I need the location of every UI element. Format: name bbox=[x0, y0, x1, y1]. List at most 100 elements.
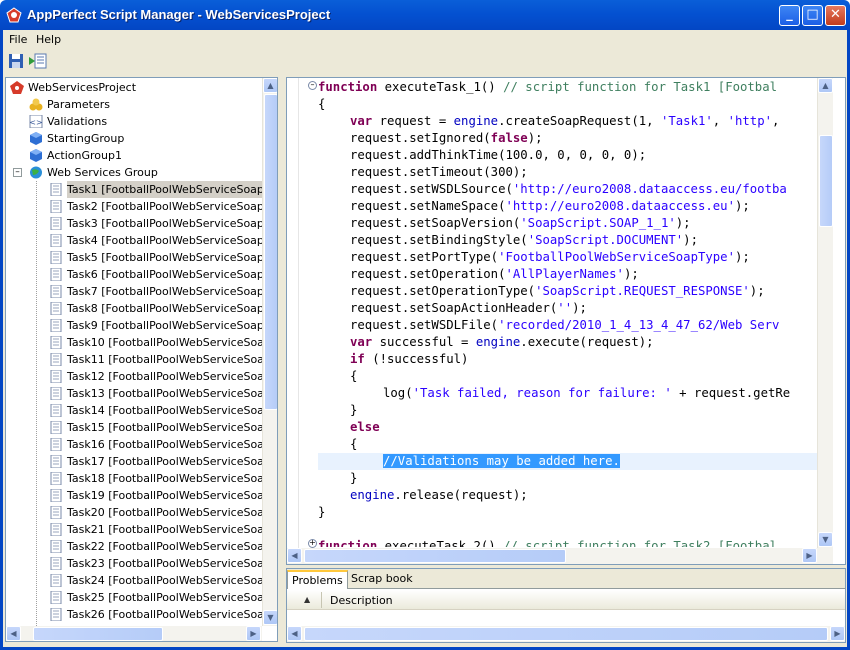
code-line[interactable]: if (!successful) bbox=[350, 351, 468, 368]
svg-text:<>: <> bbox=[29, 118, 42, 127]
code-line[interactable]: } bbox=[350, 402, 357, 419]
menu-bar: File Help bbox=[0, 30, 850, 49]
editor-vertical-scrollbar[interactable]: ▲ ▼ bbox=[817, 78, 833, 548]
scroll-down-icon[interactable]: ▼ bbox=[818, 532, 833, 547]
code-line[interactable]: function executeTask_1() // script funct… bbox=[318, 79, 777, 96]
close-icon: ✕ bbox=[830, 7, 841, 22]
code-line-selected[interactable]: //Validations may be added here. bbox=[383, 453, 620, 470]
problems-horizontal-scrollbar[interactable]: ◀ ▶ bbox=[287, 626, 845, 642]
tab-problems[interactable]: Problems bbox=[287, 570, 348, 589]
code-line[interactable]: request.setWSDLSource('http://euro2008.d… bbox=[350, 181, 787, 198]
editor-gutter bbox=[287, 78, 299, 548]
task-document-icon bbox=[50, 438, 62, 451]
code-line[interactable]: request.setIgnored(false); bbox=[350, 130, 543, 147]
code-line[interactable]: var successful = engine.execute(request)… bbox=[350, 334, 654, 351]
scroll-up-icon[interactable]: ▲ bbox=[263, 78, 277, 93]
code-line[interactable]: request.setTimeout(300); bbox=[350, 164, 528, 181]
column-divider[interactable] bbox=[321, 592, 322, 608]
code-line[interactable]: request.setNameSpace('http://euro2008.da… bbox=[350, 198, 750, 215]
tree-horizontal-scrollbar[interactable]: ◀ ▶ bbox=[6, 626, 262, 641]
bottom-panel: Problems Scrap book ▲ Description ◀ ▶ bbox=[286, 568, 846, 643]
menu-help[interactable]: Help bbox=[36, 33, 61, 46]
task-document-icon bbox=[50, 404, 62, 417]
task-document-icon bbox=[50, 540, 62, 553]
tab-scrap-book[interactable]: Scrap book bbox=[347, 570, 417, 589]
code-line[interactable]: request.addThinkTime(100.0, 0, 0, 0, 0); bbox=[350, 147, 646, 164]
task-document-icon bbox=[50, 608, 62, 621]
task-document-icon bbox=[50, 234, 62, 247]
fold-toggle-icon[interactable]: + bbox=[308, 539, 317, 548]
task-document-icon bbox=[50, 489, 62, 502]
code-line[interactable]: } bbox=[350, 470, 357, 487]
code-line[interactable]: else bbox=[350, 419, 380, 436]
code-line[interactable]: request.setSoapActionHeader(''); bbox=[350, 300, 587, 317]
run-script-icon bbox=[29, 53, 47, 69]
task-document-icon bbox=[50, 217, 62, 230]
task-document-icon bbox=[50, 557, 62, 570]
code-line[interactable]: { bbox=[318, 96, 325, 113]
code-line[interactable]: request.setOperation('AllPlayerNames'); bbox=[350, 266, 639, 283]
maximize-icon: □ bbox=[806, 7, 819, 22]
title-bar[interactable]: AppPerfect Script Manager - WebServicesP… bbox=[0, 0, 850, 30]
scroll-right-icon[interactable]: ▶ bbox=[830, 626, 845, 641]
task-document-icon bbox=[50, 574, 62, 587]
code-line[interactable]: } bbox=[318, 504, 325, 521]
scroll-thumb[interactable] bbox=[33, 627, 163, 641]
vertical-splitter[interactable] bbox=[279, 77, 285, 642]
scroll-left-icon[interactable]: ◀ bbox=[287, 626, 302, 641]
code-line[interactable]: request.setSoapVersion('SoapScript.SOAP_… bbox=[350, 215, 691, 232]
code-line[interactable]: { bbox=[350, 436, 357, 453]
task-document-icon bbox=[50, 455, 62, 468]
project-tree[interactable]: WebServicesProject Parameters <> Validat… bbox=[5, 77, 278, 642]
tree-vertical-scrollbar[interactable]: ▲ ▼ bbox=[262, 78, 277, 626]
save-button[interactable] bbox=[8, 53, 24, 69]
scroll-down-icon[interactable]: ▼ bbox=[263, 610, 277, 625]
globe-icon bbox=[30, 166, 42, 179]
editor-horizontal-scrollbar[interactable]: ◀ ▶ bbox=[287, 548, 833, 564]
code-line[interactable]: request.setOperationType('SoapScript.REQ… bbox=[350, 283, 765, 300]
sort-ascending-icon[interactable]: ▲ bbox=[304, 595, 310, 604]
close-button[interactable]: ✕ bbox=[825, 5, 846, 26]
scroll-thumb[interactable] bbox=[304, 549, 566, 563]
code-line[interactable]: request.setPortType('FootballPoolWebServ… bbox=[350, 249, 750, 266]
code-line[interactable]: engine.release(request); bbox=[350, 487, 528, 504]
app-logo-icon bbox=[6, 7, 22, 23]
task-document-icon bbox=[50, 183, 62, 196]
scroll-thumb[interactable] bbox=[264, 94, 277, 410]
menu-file[interactable]: File bbox=[9, 33, 27, 46]
scroll-thumb[interactable] bbox=[304, 627, 828, 641]
code-line[interactable]: var request = engine.createSoapRequest(1… bbox=[350, 113, 779, 130]
script-editor[interactable]: – + function executeTask_1() // script f… bbox=[286, 77, 846, 565]
task-document-icon bbox=[50, 387, 62, 400]
task-document-icon bbox=[50, 506, 62, 519]
scroll-left-icon[interactable]: ◀ bbox=[287, 548, 302, 563]
code-line[interactable]: request.setWSDLFile('recorded/2010_1_4_1… bbox=[350, 317, 779, 334]
code-line[interactable]: function executeTask_2() // script funct… bbox=[318, 538, 777, 547]
scroll-up-icon[interactable]: ▲ bbox=[818, 78, 833, 93]
minimize-button[interactable]: _ bbox=[779, 5, 800, 26]
task-document-icon bbox=[50, 251, 62, 264]
task-document-icon bbox=[50, 302, 62, 315]
problems-table-header: ▲ Description bbox=[287, 590, 845, 610]
code-line[interactable]: { bbox=[350, 368, 357, 385]
code-line[interactable]: log('Task failed, reason for failure: ' … bbox=[383, 385, 790, 402]
group-icon bbox=[30, 132, 42, 145]
collapse-toggle-icon[interactable]: – bbox=[13, 168, 22, 177]
bottom-tab-strip: Problems Scrap book bbox=[287, 569, 845, 589]
task-document-icon bbox=[50, 336, 62, 349]
run-script-button[interactable] bbox=[29, 53, 47, 69]
task-document-icon bbox=[50, 200, 62, 213]
column-description[interactable]: Description bbox=[330, 594, 393, 607]
scroll-right-icon[interactable]: ▶ bbox=[802, 548, 817, 563]
scroll-left-icon[interactable]: ◀ bbox=[6, 626, 21, 641]
code-line[interactable]: request.setBindingStyle('SoapScript.DOCU… bbox=[350, 232, 698, 249]
task-document-icon bbox=[50, 523, 62, 536]
save-icon bbox=[9, 54, 23, 68]
maximize-button[interactable]: □ bbox=[802, 5, 823, 26]
tree-connector-line bbox=[36, 181, 37, 626]
parameters-icon bbox=[29, 98, 43, 111]
scroll-thumb[interactable] bbox=[819, 135, 833, 227]
fold-toggle-icon[interactable]: – bbox=[308, 81, 317, 90]
task-document-icon bbox=[50, 268, 62, 281]
scroll-right-icon[interactable]: ▶ bbox=[246, 626, 261, 641]
